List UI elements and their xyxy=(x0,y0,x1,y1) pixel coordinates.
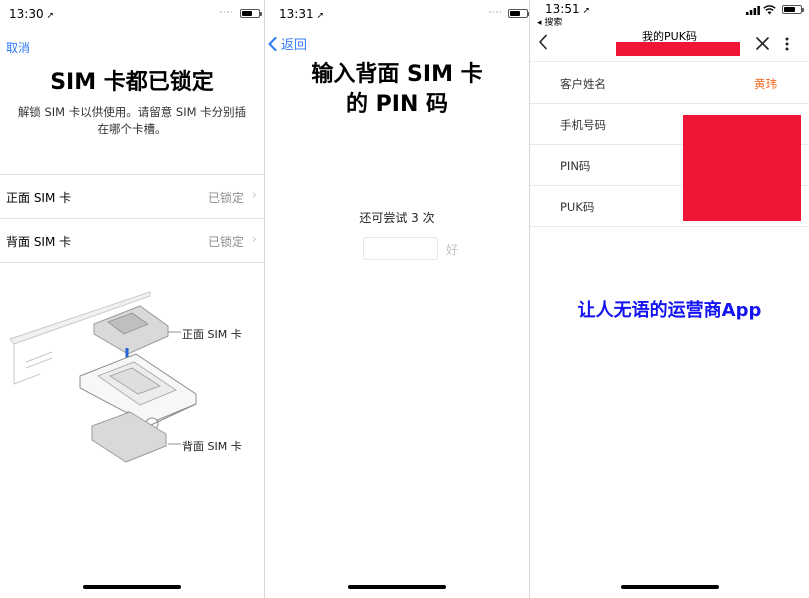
page-title: 输入背面 SIM 卡 的 PIN 码 xyxy=(311,62,483,117)
status-bar: 13:51 ➚ xyxy=(530,0,809,22)
battery-icon xyxy=(782,5,804,14)
status-time: 13:51 ➚ xyxy=(545,2,591,16)
page-description: 解锁 SIM 卡以供使用。请留意 SIM 卡分别插 在哪个卡槽。 xyxy=(17,105,247,136)
info-row-label: PIN码 xyxy=(560,159,591,173)
redaction-box xyxy=(683,115,801,221)
cancel-button[interactable]: 取消 xyxy=(6,39,30,56)
diagram-label-back: 背面 SIM 卡 xyxy=(182,440,242,453)
home-indicator[interactable] xyxy=(348,585,446,589)
location-arrow-icon: ➚ xyxy=(316,11,325,21)
home-indicator[interactable] xyxy=(83,585,181,589)
chevron-left-icon xyxy=(268,36,277,51)
pin-input[interactable] xyxy=(363,237,438,260)
battery-icon xyxy=(508,9,529,18)
back-button[interactable]: 返回 xyxy=(268,34,307,53)
redaction-bar xyxy=(616,42,740,56)
sim-row-label: 背面 SIM 卡 xyxy=(6,235,72,249)
chevron-right-icon: › xyxy=(251,188,257,203)
nav-bar: 我的PUK码 xyxy=(530,26,809,62)
caption-text: 让人无语的运营商App xyxy=(577,300,762,321)
info-row-label: PUK码 xyxy=(560,200,595,214)
status-bar: 13:30 ➚ xyxy=(0,0,264,22)
ok-button[interactable]: 好 xyxy=(446,241,458,258)
home-indicator[interactable] xyxy=(620,585,719,589)
puk-code-app-screen: 13:51 ➚ ◂ 搜索 我的PUK码 客户姓名 黄玮 手机号码 PIN码 PUK… xyxy=(530,0,809,598)
info-row-customer-name: 客户姓名 黄玮 xyxy=(530,63,809,104)
sim-row-status: 已锁定 xyxy=(207,191,244,205)
diagram-label-front: 正面 SIM 卡 xyxy=(182,328,242,341)
wifi-icon xyxy=(763,5,776,15)
sim-row-front[interactable]: 正面 SIM 卡 已锁定 › xyxy=(0,175,264,219)
page-title: SIM 卡都已锁定 xyxy=(50,70,214,95)
signal-icon xyxy=(746,6,760,15)
signal-icon xyxy=(220,11,232,16)
sim-row-back[interactable]: 背面 SIM 卡 已锁定 › xyxy=(0,219,264,263)
info-row-label: 手机号码 xyxy=(560,118,606,132)
location-arrow-icon: ➚ xyxy=(46,11,55,21)
back-button-label: 返回 xyxy=(281,38,308,53)
signal-icon xyxy=(489,11,501,16)
enter-pin-screen: 13:31 ➚ 返回 输入背面 SIM 卡 的 PIN 码 还可尝试 3 次 好 xyxy=(265,0,529,598)
location-arrow-icon: ➚ xyxy=(582,6,591,16)
attempts-remaining: 还可尝试 3 次 xyxy=(359,211,435,225)
status-bar: 13:31 ➚ xyxy=(265,0,529,22)
info-row-value: 黄玮 xyxy=(754,77,777,91)
dual-sim-tray-illustration: 正面 SIM 卡 背面 SIM 卡 xyxy=(0,284,264,474)
sim-row-label: 正面 SIM 卡 xyxy=(6,191,72,205)
status-time: 13:31 ➚ xyxy=(279,7,325,21)
battery-icon xyxy=(240,9,262,18)
chevron-right-icon: › xyxy=(251,232,257,247)
info-row-label: 客户姓名 xyxy=(560,77,606,91)
close-icon[interactable] xyxy=(756,37,769,50)
sim-list: 正面 SIM 卡 已锁定 › 背面 SIM 卡 已锁定 › xyxy=(0,174,264,263)
more-options-icon[interactable] xyxy=(785,37,789,51)
sim-row-status: 已锁定 xyxy=(207,235,244,249)
status-time: 13:30 ➚ xyxy=(9,7,55,21)
sim-locked-screen: 13:30 ➚ 取消 SIM 卡都已锁定 解锁 SIM 卡以供使用。请留意 SIM… xyxy=(0,0,264,598)
